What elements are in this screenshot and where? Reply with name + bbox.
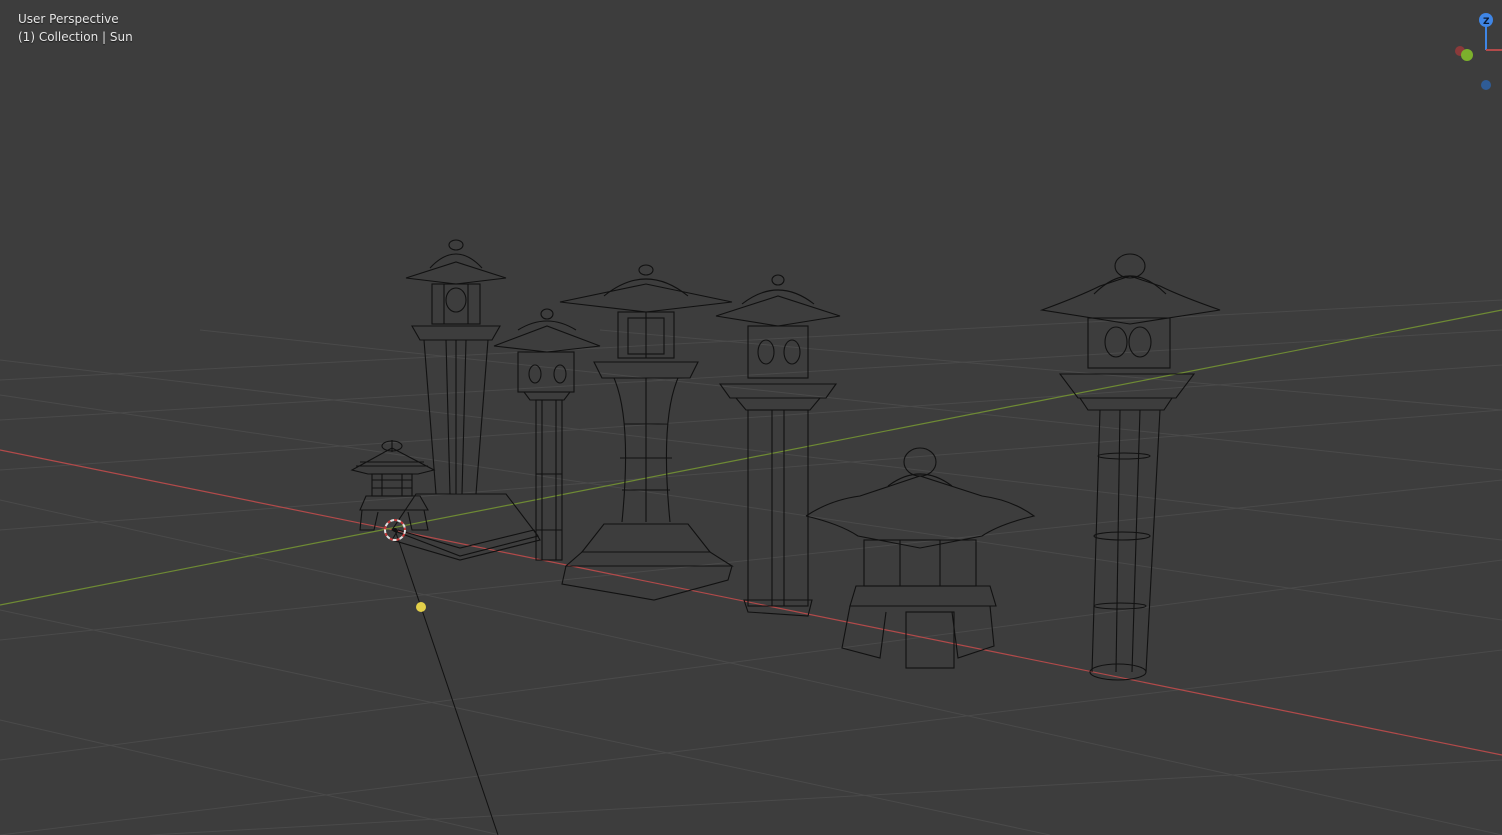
tall-round-lantern[interactable] [1039,253,1221,681]
viewport-scene[interactable]: Z [0,0,1502,835]
sun-light[interactable] [416,602,426,612]
3d-cursor[interactable] [384,519,406,541]
central-lantern[interactable] [559,264,734,601]
sun-direction-line [394,529,499,835]
pillar-lantern[interactable] [715,274,841,617]
view-mode-label: User Perspective [18,12,119,26]
squat-lantern[interactable] [805,447,1036,669]
z-axis-label: Z [1483,17,1490,27]
y-axis-line [0,309,1502,606]
navigation-gizmo[interactable]: Z [1455,13,1502,90]
y-axis-gizmo [1461,49,1473,61]
z-negative-gizmo [1481,80,1491,90]
floor-grid [0,299,1502,835]
x-axis-line [0,449,1502,756]
3d-viewport[interactable]: Z User Perspective (1) Collection | Sun [0,0,1502,835]
collection-info-label: (1) Collection | Sun [18,30,133,44]
tall-lantern-1[interactable] [391,239,541,561]
